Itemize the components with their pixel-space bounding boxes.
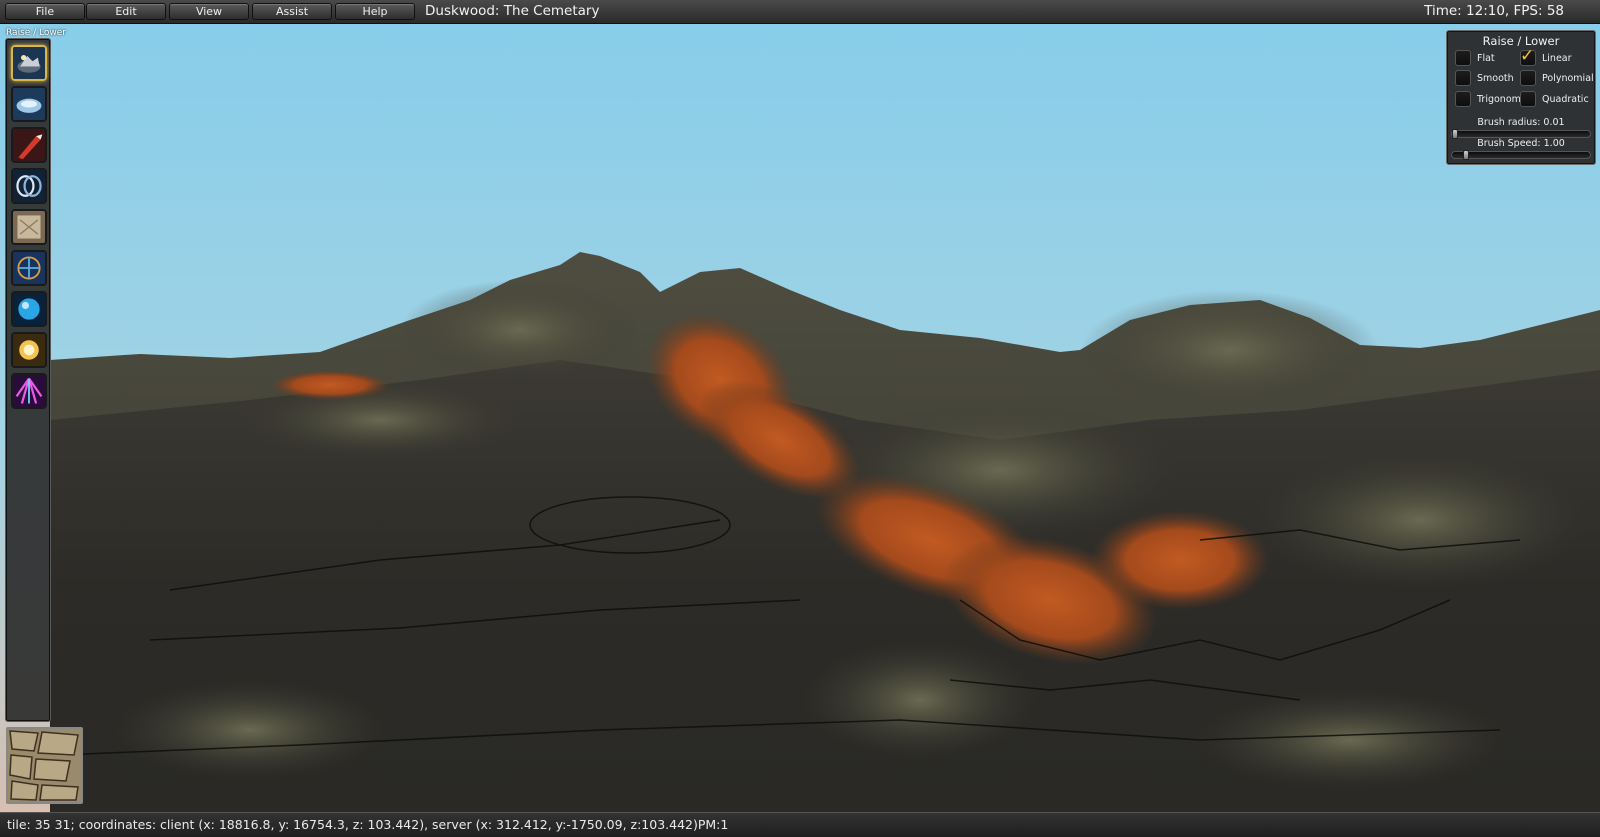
edit-menu-button[interactable]: Edit <box>86 3 166 20</box>
zone-title: Duskwood: The Cemetary <box>425 3 600 19</box>
menu-bar: File Edit View Assist Help Duskwood: The… <box>0 0 1600 24</box>
terrain-viewport[interactable] <box>0 0 1600 812</box>
cracked-ground-texture-icon <box>8 729 81 802</box>
rings-icon <box>13 170 45 202</box>
parchment-tool-button[interactable] <box>11 209 47 245</box>
trigonom-checkbox[interactable] <box>1455 91 1471 107</box>
flat-checkbox[interactable] <box>1455 50 1471 66</box>
time-fps-readout: Time: 12:10, FPS: 58 <box>1424 3 1564 19</box>
ground-texture-swatch[interactable] <box>6 727 83 804</box>
light-burst-icon <box>13 334 45 366</box>
brush-speed-label: Brush Speed: 1.00 <box>1477 138 1565 149</box>
smooth-label: Smooth <box>1477 73 1514 84</box>
crystal-icon <box>13 375 45 407</box>
light-tool-button[interactable] <box>11 332 47 368</box>
smooth-checkbox[interactable] <box>1455 70 1471 86</box>
assist-menu-button[interactable]: Assist <box>252 3 332 20</box>
flatten-icon <box>13 88 45 120</box>
polynomial-label: Polynomial <box>1542 73 1594 84</box>
flat-label: Flat <box>1477 53 1495 64</box>
paint-brush-icon <box>13 129 45 161</box>
pattern-icon <box>13 252 45 284</box>
view-menu-button[interactable]: View <box>169 3 249 20</box>
polynomial-checkbox[interactable] <box>1520 70 1536 86</box>
trigonom-label: Trigonom <box>1477 94 1521 105</box>
checkmark-icon: ✓ <box>1520 46 1535 66</box>
terrain-scene <box>0 0 1600 812</box>
pattern-tool-button[interactable] <box>11 250 47 286</box>
raise-lower-icon <box>13 47 45 79</box>
active-tool-caption: Raise / Lower <box>6 28 67 38</box>
linear-checkbox[interactable]: ✓ <box>1520 46 1536 66</box>
brush-speed-slider[interactable] <box>1451 150 1591 160</box>
flatten-tool-button[interactable] <box>11 86 47 122</box>
tool-palette <box>5 38 51 722</box>
brush-settings-panel: Raise / Lower Flat ✓ Linear Smooth Polyn… <box>1446 30 1596 165</box>
quadratic-label: Quadratic <box>1542 94 1589 105</box>
linear-label: Linear <box>1542 53 1572 64</box>
status-bar: tile: 35 31; coordinates: client (x: 188… <box>0 812 1600 837</box>
water-orb-icon <box>13 293 45 325</box>
file-menu-button[interactable]: File <box>5 3 85 20</box>
parchment-icon <box>13 211 45 243</box>
brush-speed-thumb[interactable] <box>1462 150 1469 160</box>
brush-radius-label: Brush radius: 0.01 <box>1477 117 1565 128</box>
water-tool-button[interactable] <box>11 291 47 327</box>
raise-lower-tool-button[interactable] <box>11 45 47 81</box>
brush-radius-slider[interactable] <box>1451 129 1591 139</box>
paint-tool-button[interactable] <box>11 127 47 163</box>
quadratic-checkbox[interactable] <box>1520 91 1536 107</box>
crystal-tool-button[interactable] <box>11 373 47 409</box>
rings-tool-button[interactable] <box>11 168 47 204</box>
help-menu-button[interactable]: Help <box>335 3 415 20</box>
